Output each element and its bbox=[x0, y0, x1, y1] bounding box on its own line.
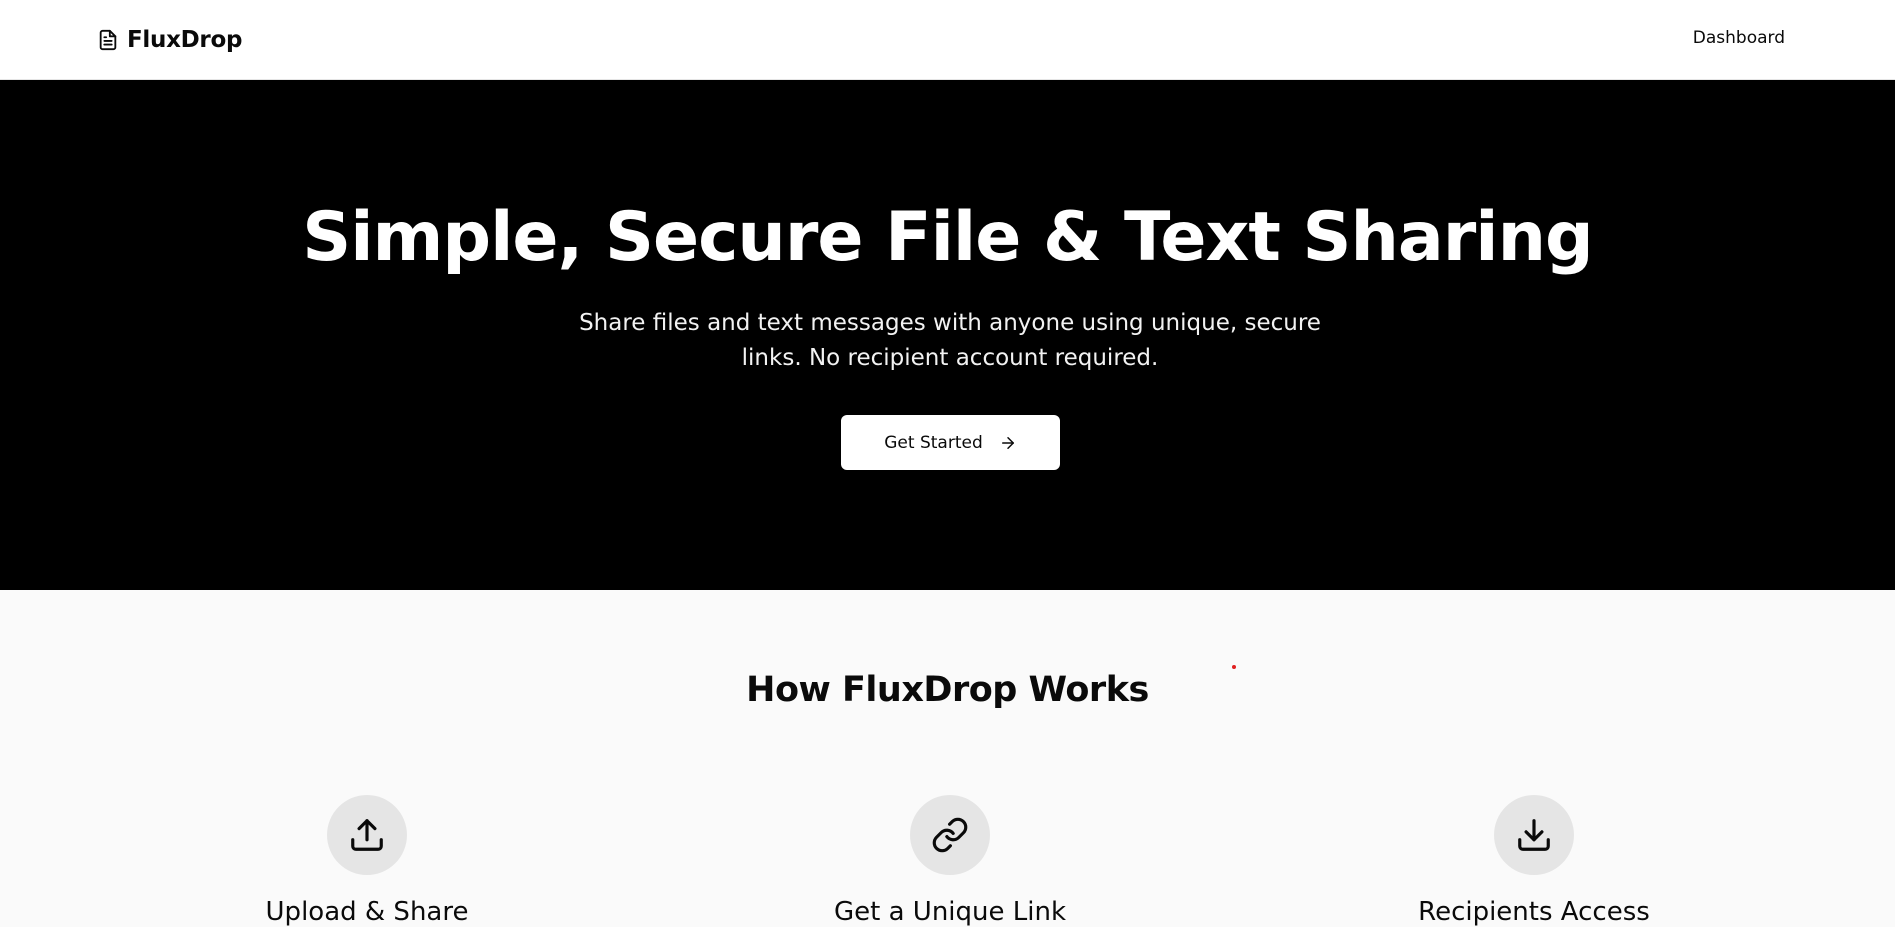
how-it-works-title: How FluxDrop Works bbox=[746, 670, 1149, 710]
arrow-right-icon bbox=[999, 434, 1017, 452]
get-started-button[interactable]: Get Started bbox=[841, 415, 1060, 470]
step-title: Recipients Access bbox=[1418, 897, 1650, 927]
hero-section: Simple, Secure File & Text Sharing Share… bbox=[0, 80, 1895, 590]
link-icon bbox=[910, 795, 990, 875]
hero-subtitle: Share files and text messages with anyon… bbox=[579, 310, 1321, 371]
nav-dashboard-link[interactable]: Dashboard bbox=[1693, 28, 1785, 48]
cursor-marker bbox=[1232, 665, 1236, 669]
upload-icon bbox=[327, 795, 407, 875]
get-started-label: Get Started bbox=[884, 432, 983, 453]
step-download: Recipients Access bbox=[1374, 795, 1694, 927]
step-link: Get a Unique Link bbox=[790, 795, 1110, 927]
site-header: FluxDrop Dashboard bbox=[0, 0, 1895, 80]
step-title: Get a Unique Link bbox=[833, 897, 1067, 927]
brand-name: FluxDrop bbox=[127, 27, 243, 53]
download-icon bbox=[1494, 795, 1574, 875]
hero-title: Simple, Secure File & Text Sharing bbox=[302, 198, 1593, 277]
step-upload: Upload & Share bbox=[207, 795, 527, 927]
brand-logo-link[interactable]: FluxDrop bbox=[97, 26, 242, 54]
file-text-icon bbox=[97, 29, 119, 51]
step-title: Upload & Share bbox=[265, 897, 469, 927]
how-it-works-section: How FluxDrop Works Upload & Share Get a … bbox=[0, 590, 1895, 927]
